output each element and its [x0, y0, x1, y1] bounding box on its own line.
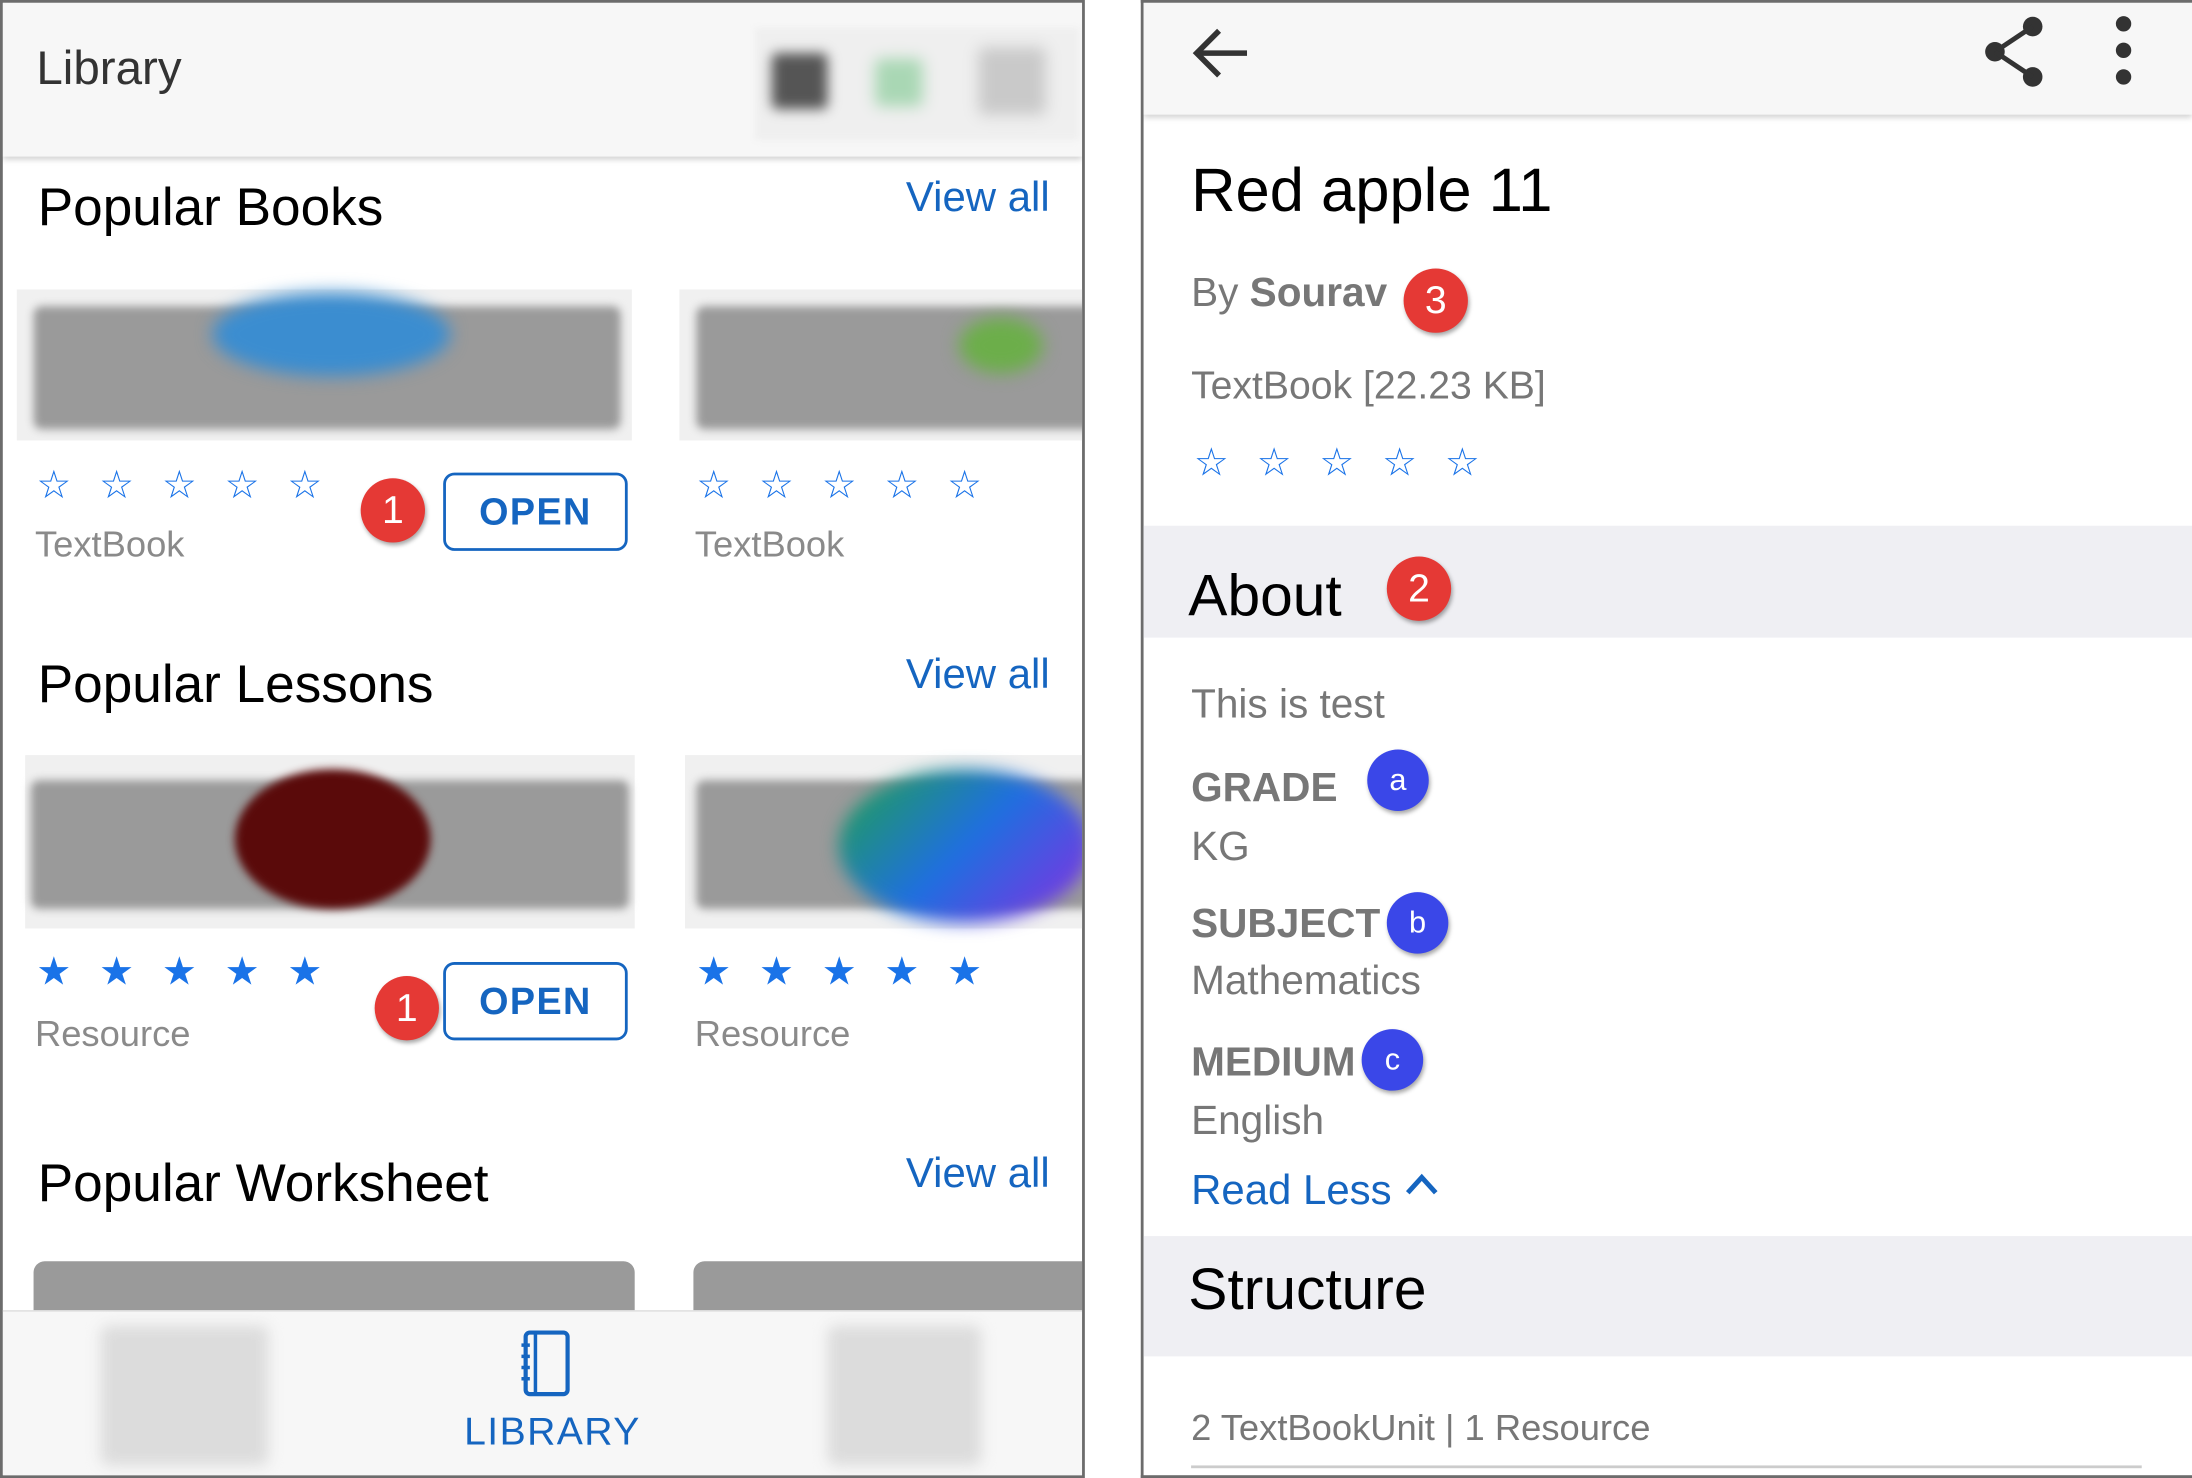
read-less-link[interactable]: Read Less: [1191, 1168, 1440, 1216]
details-app-bar: [1143, 2, 2192, 115]
author-name: Sourav: [1249, 271, 1388, 317]
section-title-popular-lessons: Popular Lessons: [37, 655, 434, 715]
structure-summary: 2 TextBookUnit | 1 Resource: [1191, 1406, 1651, 1449]
chevron-up-icon: [1405, 1173, 1438, 1195]
subject-value: Mathematics: [1191, 959, 1421, 1004]
book-card-2-type: TextBook: [694, 522, 845, 565]
lesson-card-1-rating: ★ ★ ★ ★ ★: [36, 949, 331, 993]
content-title: Red apple 11: [1191, 156, 1553, 226]
download-icon[interactable]: [875, 58, 923, 107]
lesson-card-1-thumbnail[interactable]: [25, 755, 635, 929]
lesson-card-2-thumbnail[interactable]: [685, 755, 1083, 929]
medium-label: MEDIUM: [1191, 1040, 1356, 1086]
profile-tab-blurred[interactable]: [827, 1325, 982, 1466]
grade-label: GRADE: [1191, 766, 1338, 812]
author-prefix: By: [1191, 271, 1239, 317]
callout-badge-a: a: [1367, 749, 1429, 812]
book-card-1-rating: ☆ ☆ ☆ ☆ ☆: [36, 462, 331, 507]
callout-badge-2: 2: [1386, 556, 1452, 621]
book-card-2-rating: ☆ ☆ ☆ ☆ ☆: [696, 462, 991, 507]
courses-tab-blurred[interactable]: [100, 1325, 269, 1466]
grade-value: KG: [1191, 824, 1250, 870]
library-book-icon[interactable]: [517, 1328, 573, 1398]
structure-title: Structure: [1188, 1255, 1427, 1322]
content-rating: ☆ ☆ ☆ ☆ ☆: [1193, 440, 1489, 484]
app-bar-title: Library: [36, 41, 182, 96]
callout-badge-1: 1: [360, 478, 425, 543]
content-details-screen: Red apple 11 By Sourav 3 TextBook [22.23…: [1140, 0, 2192, 1478]
subject-label: SUBJECT: [1191, 901, 1381, 947]
view-all-worksheet-link[interactable]: View all: [906, 1151, 1050, 1199]
bottom-navigation: LIBRARY: [2, 1310, 1083, 1476]
open-lesson-button[interactable]: OPEN: [443, 962, 628, 1041]
section-title-popular-books: Popular Books: [37, 178, 384, 238]
book-card-2-thumbnail[interactable]: [679, 289, 1083, 441]
grid-icon[interactable]: [771, 53, 828, 110]
more-options-icon[interactable]: [2111, 14, 2136, 94]
filter-icon[interactable]: [978, 47, 1046, 115]
divider: [1191, 1465, 2142, 1469]
view-all-books-link[interactable]: View all: [906, 175, 1050, 223]
callout-badge-1-lessons: 1: [374, 976, 439, 1041]
share-icon[interactable]: [1982, 14, 2046, 96]
lesson-card-2-type: Resource: [694, 1012, 851, 1055]
view-all-lessons-link[interactable]: View all: [906, 652, 1050, 700]
book-card-1-thumbnail[interactable]: [16, 289, 632, 441]
callout-badge-c: c: [1361, 1029, 1424, 1091]
read-less-label: Read Less: [1191, 1167, 1392, 1214]
about-header: About 2: [1143, 525, 2192, 638]
lesson-card-1-type: Resource: [34, 1012, 191, 1055]
tab-library[interactable]: LIBRARY: [464, 1409, 641, 1454]
library-app-bar: Library: [2, 2, 1083, 157]
worksheet-card-1-thumbnail[interactable]: [33, 1261, 635, 1318]
lesson-card-2-rating: ★ ★ ★ ★ ★: [696, 949, 991, 993]
author-line: By Sourav: [1191, 271, 1387, 317]
worksheet-card-2-thumbnail[interactable]: [693, 1261, 1083, 1318]
structure-header: Structure: [1143, 1236, 2192, 1357]
section-title-popular-worksheet: Popular Worksheet: [37, 1154, 489, 1214]
book-card-1-type: TextBook: [34, 522, 185, 565]
about-title: About: [1188, 562, 1342, 628]
callout-badge-3: 3: [1403, 268, 1468, 333]
open-book-button[interactable]: OPEN: [443, 472, 628, 551]
back-arrow-icon[interactable]: [1188, 22, 1252, 91]
medium-value: English: [1191, 1099, 1325, 1144]
callout-badge-b: b: [1386, 892, 1449, 954]
library-screen: Library Popular Books View all ☆ ☆ ☆ ☆ ☆…: [0, 0, 1085, 1478]
content-meta: TextBook [22.23 KB]: [1191, 363, 1546, 407]
app-bar-actions-blurred: [754, 27, 1080, 140]
description-text: This is test: [1191, 682, 1385, 728]
